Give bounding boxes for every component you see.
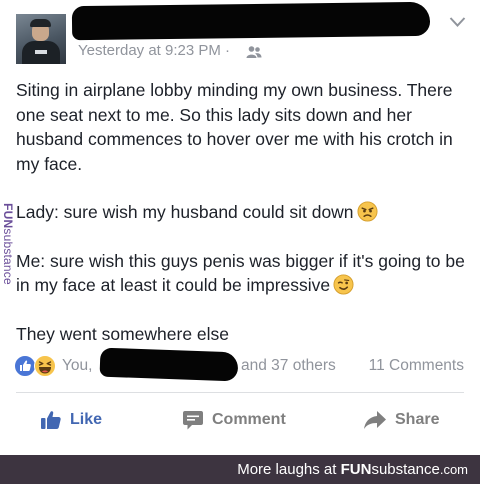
comment-button[interactable]: Comment bbox=[182, 408, 286, 432]
share-label: Share bbox=[395, 411, 440, 428]
post-paragraph: Siting in airplane lobby minding my own … bbox=[16, 80, 453, 174]
post-paragraph: Lady: sure wish my husband could sit dow… bbox=[16, 200, 472, 225]
avatar[interactable] bbox=[16, 14, 66, 64]
winking-face-emoji bbox=[333, 274, 354, 295]
funsubstance-footer: More laughs at FUNsubstance.com bbox=[0, 455, 480, 484]
footer-prefix: More laughs at bbox=[237, 461, 341, 478]
thumbs-up-icon bbox=[41, 411, 61, 429]
post-paragraph: They went somewhere else bbox=[16, 323, 230, 344]
watermark-fun: FUN bbox=[1, 203, 15, 229]
share-button[interactable]: Share bbox=[363, 408, 439, 432]
chevron-down-icon[interactable] bbox=[449, 16, 466, 28]
like-icon bbox=[14, 355, 36, 377]
funsubstance-watermark: FUNsubstance bbox=[0, 188, 16, 300]
share-arrow-icon bbox=[364, 411, 386, 429]
reactors-you[interactable]: You, bbox=[62, 357, 92, 375]
comment-label: Comment bbox=[212, 411, 286, 428]
post-text: Me: sure wish this guys penis was bigger… bbox=[16, 250, 465, 296]
footer-tld: .com bbox=[439, 462, 468, 477]
footer-text: More laughs at FUNsubstance.com bbox=[237, 461, 468, 478]
divider bbox=[16, 392, 464, 393]
reactors-others[interactable]: and 37 others bbox=[241, 357, 336, 375]
haha-icon bbox=[34, 355, 56, 377]
watermark-substance: substance bbox=[1, 228, 15, 285]
comment-icon bbox=[183, 410, 203, 429]
redacted-author-name bbox=[71, 1, 431, 41]
post-text: Lady: sure wish my husband could sit dow… bbox=[16, 202, 354, 222]
footer-brand-substance: substance bbox=[371, 461, 440, 478]
redacted-reactor-name bbox=[99, 347, 239, 382]
comments-count[interactable]: 11 Comments bbox=[369, 357, 464, 375]
like-label: Like bbox=[70, 411, 103, 428]
post-timestamp[interactable]: Yesterday at 9:23 PM · bbox=[78, 42, 230, 59]
like-button[interactable]: Like bbox=[40, 408, 102, 432]
angry-face-emoji bbox=[357, 201, 378, 222]
post-paragraph: Me: sure wish this guys penis was bigger… bbox=[16, 249, 472, 298]
friends-icon[interactable] bbox=[246, 45, 262, 59]
post-body: Siting in airplane lobby minding my own … bbox=[16, 78, 472, 370]
footer-brand-fun: FUN bbox=[340, 461, 372, 478]
